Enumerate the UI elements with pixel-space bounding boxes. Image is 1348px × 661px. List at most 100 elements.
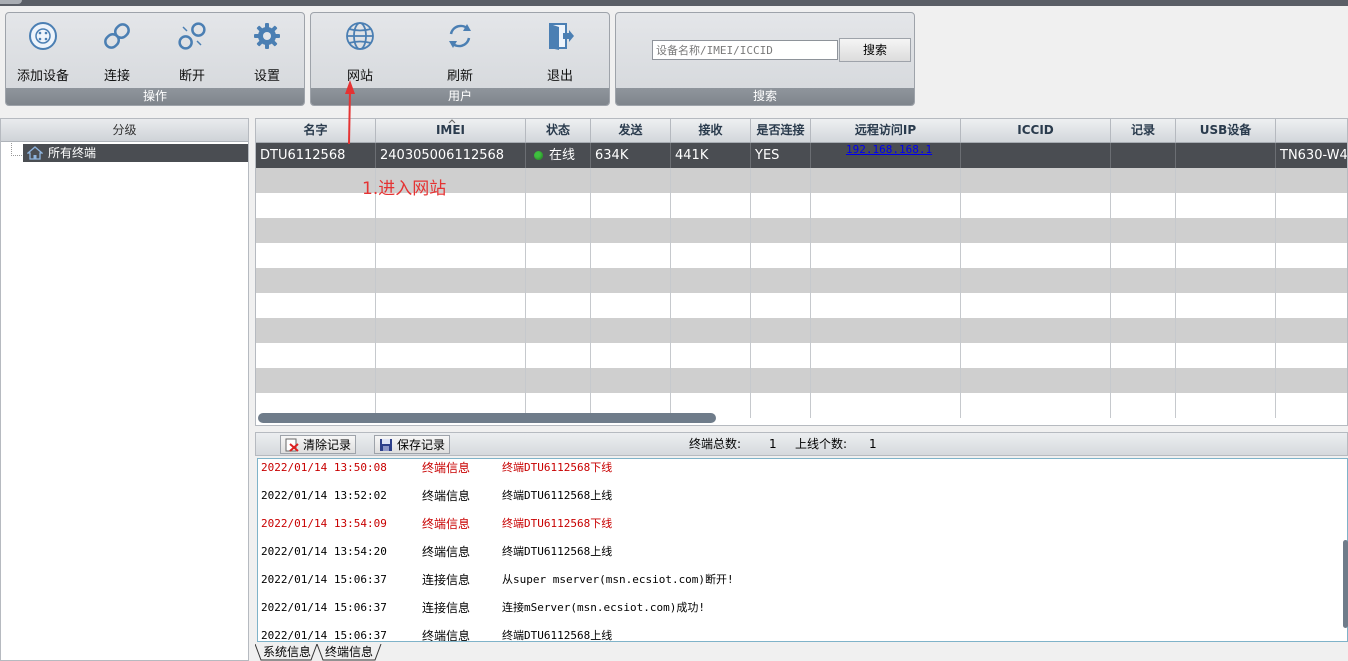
save-log-button[interactable]: 保存记录 <box>374 435 451 454</box>
refresh-button[interactable]: 刷新 <box>425 19 495 84</box>
column-header-iccid[interactable]: ICCID <box>961 119 1111 142</box>
table-cell-empty <box>376 293 526 318</box>
table-cell-empty <box>591 168 671 193</box>
table-row-empty[interactable] <box>256 293 1347 318</box>
website-label: 网站 <box>346 69 373 84</box>
tree-node-all-terminals[interactable]: 所有终端 <box>23 144 248 162</box>
table-cell-empty <box>671 368 751 393</box>
table-cell-empty <box>526 368 591 393</box>
log-tabs: 系统信息 终端信息 <box>255 644 1348 661</box>
column-header-remote-ip[interactable]: 远程访问IP <box>811 119 961 142</box>
table-cell-empty <box>811 168 961 193</box>
vertical-scrollbar[interactable] <box>1343 540 1348 628</box>
table-row-empty[interactable] <box>256 368 1347 393</box>
table-cell-empty <box>376 368 526 393</box>
website-button[interactable]: 网站 <box>325 19 395 84</box>
log-entry[interactable]: 2022/01/14 13:50:08 终端信息 终端DTU6112568下线 <box>258 459 1347 477</box>
table-cell-empty <box>671 193 751 218</box>
log-list: 2022/01/14 13:50:08 终端信息 终端DTU6112568下线 202… <box>257 458 1348 642</box>
annotation-arrow-icon <box>345 80 355 145</box>
table-cell-empty <box>671 343 751 368</box>
table-cell-empty <box>256 168 376 193</box>
cell-sent: 634K <box>591 143 671 168</box>
gear-icon <box>254 23 280 49</box>
column-header-sent[interactable]: 发送 <box>591 119 671 142</box>
column-header-received[interactable]: 接收 <box>671 119 751 142</box>
tab-system-info[interactable]: 系统信息 <box>263 644 311 661</box>
log-entry[interactable]: 2022/01/14 13:52:02 终端信息 终端DTU6112568上线 <box>258 487 1347 505</box>
column-header-extra[interactable] <box>1276 119 1347 142</box>
log-time: 2022/01/14 13:52:02 <box>261 489 387 502</box>
home-icon <box>27 146 43 160</box>
table-cell-empty <box>751 243 811 268</box>
table-cell-empty <box>671 243 751 268</box>
table-cell-empty <box>961 293 1111 318</box>
table-cell-empty <box>811 318 961 343</box>
disconnect-button[interactable]: 断开 <box>157 19 227 84</box>
table-row-empty[interactable] <box>256 218 1347 243</box>
table-cell-empty <box>1276 218 1347 243</box>
log-entry[interactable]: 2022/01/14 13:54:20 终端信息 终端DTU6112568上线 <box>258 543 1347 561</box>
add-device-button[interactable]: 添加设备 <box>8 19 78 84</box>
table-cell-empty <box>961 218 1111 243</box>
search-input[interactable] <box>652 40 838 60</box>
settings-button[interactable]: 设置 <box>232 19 302 84</box>
table-cell-empty <box>591 193 671 218</box>
device-grid: 名字 IMEI 状态 发送 接收 是否连接 远程访问IP ICCID 记录 US… <box>255 118 1348 426</box>
table-cell-empty <box>1111 293 1176 318</box>
connect-button[interactable]: 连接 <box>82 19 152 84</box>
log-time: 2022/01/14 15:06:37 <box>261 629 387 642</box>
remote-ip-link[interactable]: 192.168.168.1 <box>846 143 932 156</box>
logout-button[interactable]: 退出 <box>525 19 595 84</box>
table-row-empty[interactable] <box>256 343 1347 368</box>
table-cell-empty <box>526 293 591 318</box>
log-time: 2022/01/14 13:54:20 <box>261 545 387 558</box>
column-header-usb[interactable]: USB设备 <box>1176 119 1276 142</box>
log-message: 终端DTU6112568上线 <box>502 489 613 502</box>
log-entry[interactable]: 2022/01/14 15:06:37 终端信息 终端DTU6112568上线 <box>258 627 1347 642</box>
clear-log-button[interactable]: 清除记录 <box>280 435 357 454</box>
table-cell-empty <box>1176 293 1276 318</box>
table-cell-empty <box>256 243 376 268</box>
clear-log-label: 清除记录 <box>303 438 352 452</box>
horizontal-scrollbar[interactable] <box>258 413 716 423</box>
table-cell-empty <box>256 343 376 368</box>
table-cell-empty <box>961 393 1111 418</box>
log-message: 终端DTU6112568下线 <box>502 461 613 474</box>
table-row-empty[interactable] <box>256 268 1347 293</box>
log-entry[interactable]: 2022/01/14 15:06:37 连接信息 连接mServer(msn.ecs… <box>258 599 1347 617</box>
table-cell-empty <box>376 243 526 268</box>
cell-status: 在线 <box>526 143 591 168</box>
log-entry[interactable]: 2022/01/14 15:06:37 连接信息 从super mserver(ms… <box>258 571 1347 589</box>
column-header-record[interactable]: 记录 <box>1111 119 1176 142</box>
table-row[interactable]: DTU6112568 240305006112568 在线 634K 441K … <box>256 143 1347 168</box>
table-cell-empty <box>1111 168 1176 193</box>
table-cell-empty <box>671 168 751 193</box>
table-cell-empty <box>256 318 376 343</box>
table-cell-empty <box>671 293 751 318</box>
sort-asc-icon <box>448 119 456 124</box>
table-cell-empty <box>811 293 961 318</box>
table-cell-empty <box>526 243 591 268</box>
tab-terminal-info[interactable]: 终端信息 <box>325 644 373 661</box>
table-cell-empty <box>811 243 961 268</box>
log-entry[interactable]: 2022/01/14 13:54:09 终端信息 终端DTU6112568下线 <box>258 515 1347 533</box>
log-toolbar: 清除记录 保存记录 终端总数: 1 上线个数: 1 <box>255 432 1348 456</box>
table-row-empty[interactable] <box>256 318 1347 343</box>
search-button[interactable]: 搜索 <box>839 38 911 62</box>
table-cell-empty <box>1176 343 1276 368</box>
table-cell-empty <box>1276 293 1347 318</box>
table-cell-empty <box>591 268 671 293</box>
settings-label: 设置 <box>253 69 280 84</box>
table-cell-empty <box>961 193 1111 218</box>
table-cell-empty <box>256 368 376 393</box>
table-cell-empty <box>526 218 591 243</box>
table-cell-empty <box>376 268 526 293</box>
cell-remote-ip: 192.168.168.1 <box>811 143 961 168</box>
column-header-status[interactable]: 状态 <box>526 119 591 142</box>
table-cell-empty <box>1276 393 1347 418</box>
ribbon-caption-search: 搜索 <box>616 88 914 105</box>
log-message: 终端DTU6112568下线 <box>502 517 613 530</box>
column-header-connected[interactable]: 是否连接 <box>751 119 811 142</box>
table-row-empty[interactable] <box>256 243 1347 268</box>
